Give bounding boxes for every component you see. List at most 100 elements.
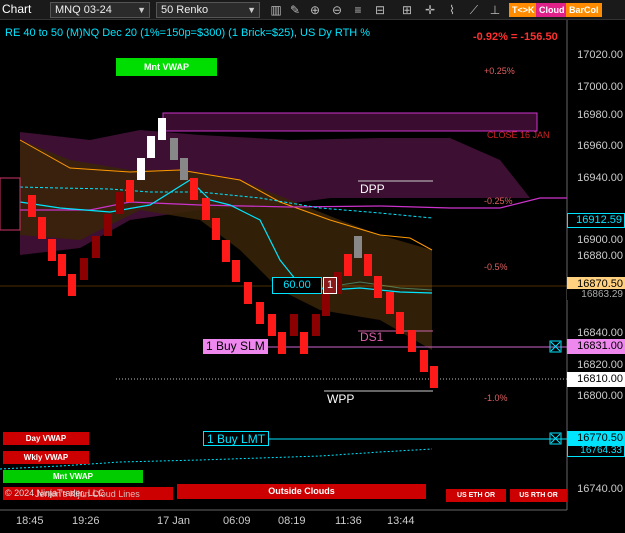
- renko-brick: [190, 178, 198, 200]
- renko-brick: [180, 158, 188, 180]
- pin-icon[interactable]: ⊥: [487, 2, 503, 18]
- renko-brick: [408, 330, 416, 352]
- buy-lmt-order[interactable]: 1 Buy LMT: [203, 431, 270, 446]
- wkly-vwap-button[interactable]: Wkly VWAP: [3, 451, 89, 464]
- bar-type-value: 50 Renko: [161, 4, 209, 16]
- renko-brick: [68, 274, 76, 296]
- renko-brick: [290, 314, 298, 336]
- properties-icon[interactable]: ≡: [350, 2, 366, 18]
- price-flag-wkly: 16764.33: [567, 445, 625, 457]
- bar-type-selector[interactable]: 50 Renko ▼: [156, 2, 260, 18]
- renko-brick: [420, 350, 428, 372]
- chart-toolbar: Chart MNQ 03-24 ▼ 50 Renko ▼ ▥ ✎ ⊕ ⊖ ≡ ⊟…: [0, 0, 625, 20]
- renko-brick: [354, 236, 362, 258]
- price-tick: 16820.00: [577, 359, 623, 371]
- tk-toggle[interactable]: T<>K: [509, 3, 538, 17]
- renko-brick: [126, 180, 134, 202]
- us-rth-or-button[interactable]: US RTH OR: [510, 489, 567, 502]
- price-tick: 16900.00: [577, 234, 623, 246]
- time-tick: 13:44: [387, 515, 415, 527]
- buy-slm-order[interactable]: 1 Buy SLM: [203, 339, 268, 354]
- mnt-vwap-bottom-button[interactable]: Mnt VWAP: [3, 470, 143, 483]
- ds1-label: DS1: [360, 330, 384, 344]
- price-tick: 16980.00: [577, 109, 623, 121]
- time-tick: 18:45: [16, 515, 44, 527]
- price-flag-cloud-top: 16912.59: [567, 213, 625, 228]
- position-qty-box[interactable]: 1: [323, 277, 337, 294]
- renko-brick: [58, 254, 66, 276]
- time-tick: 19:26: [72, 515, 100, 527]
- crosshair-icon[interactable]: ✛: [422, 2, 438, 18]
- close-jan-label: CLOSE 16 JAN: [487, 130, 550, 140]
- renko-brick: [374, 276, 382, 298]
- renko-brick: [104, 214, 112, 236]
- pct-level: -0.5%: [484, 262, 508, 272]
- chevron-down-icon: ▼: [247, 5, 256, 15]
- instrument-value: MNQ 03-24: [55, 4, 112, 16]
- day-vwap-button[interactable]: Day VWAP: [3, 432, 89, 445]
- cloud-toggle[interactable]: Cloud: [536, 3, 568, 17]
- data-box-icon[interactable]: ⊞: [399, 2, 415, 18]
- strategy-icon[interactable]: ⊟: [372, 2, 388, 18]
- renko-brick: [322, 294, 330, 316]
- renko-brick: [48, 239, 56, 261]
- renko-brick: [147, 136, 155, 158]
- pct-level: -0.25%: [484, 196, 513, 206]
- zoom-out-icon[interactable]: ⊖: [329, 2, 345, 18]
- pct-level: -1.0%: [484, 393, 508, 403]
- pencil-icon[interactable]: ✎: [287, 2, 303, 18]
- window-title: Chart: [2, 2, 32, 16]
- renko-brick: [116, 192, 124, 214]
- indicator-caption: RE 40 to 50 (M)NQ Dec 20 (1%=150p=$300) …: [5, 27, 371, 39]
- price-flag-buy-lmt: 16770.50: [567, 431, 625, 446]
- pnl-text: -0.92% = -156.50: [473, 31, 558, 43]
- jenkin-label: Jenkin's Kijun Cloud Lines: [35, 489, 140, 499]
- position-value-box[interactable]: 60.00: [272, 277, 322, 294]
- outside-clouds-button[interactable]: Outside Clouds: [177, 484, 426, 499]
- renko-brick: [244, 282, 252, 304]
- renko-brick: [222, 240, 230, 262]
- renko-brick: [364, 254, 372, 276]
- price-tick: 16960.00: [577, 140, 623, 152]
- renko-brick: [80, 258, 88, 280]
- renko-brick: [278, 332, 286, 354]
- renko-brick: [344, 254, 352, 276]
- renko-brick: [256, 302, 264, 324]
- renko-brick: [300, 332, 308, 354]
- renko-brick: [386, 292, 394, 314]
- price-tick: 16840.00: [577, 327, 623, 339]
- pct-level: +0.25%: [484, 66, 515, 76]
- renko-brick: [396, 312, 404, 334]
- renko-brick: [158, 118, 166, 140]
- price-tick: 17000.00: [577, 81, 623, 93]
- close-jan-zone: [162, 112, 538, 132]
- renko-brick: [170, 138, 178, 160]
- renko-brick: [212, 218, 220, 240]
- time-tick: 06:09: [223, 515, 251, 527]
- price-tick: 17020.00: [577, 49, 623, 61]
- indicators-icon[interactable]: ⌇: [444, 2, 460, 18]
- trend-icon[interactable]: ⟋: [466, 2, 482, 18]
- price-flag-buy-slm: 16831.00: [567, 339, 625, 354]
- mnt-vwap-top-label: Mnt VWAP: [116, 58, 217, 76]
- renko-brick: [137, 158, 145, 180]
- renko-brick: [232, 260, 240, 282]
- renko-brick: [430, 366, 438, 388]
- price-flag-green-gray: 16863.29: [567, 289, 625, 300]
- instrument-selector[interactable]: MNQ 03-24 ▼: [50, 2, 150, 18]
- renko-brick: [312, 314, 320, 336]
- time-tick: 17 Jan: [157, 515, 191, 527]
- renko-brick: [28, 195, 36, 217]
- left-marker-box: [0, 177, 21, 231]
- price-flag-last: 16810.00: [567, 372, 625, 387]
- price-tick: 16740.00: [577, 483, 623, 495]
- bar-icon[interactable]: ▥: [268, 2, 284, 18]
- renko-brick: [92, 236, 100, 258]
- us-eth-or-button[interactable]: US ETH OR: [446, 489, 506, 502]
- barcol-toggle[interactable]: BarCol: [566, 3, 602, 17]
- wpp-label: WPP: [327, 392, 355, 406]
- chevron-down-icon: ▼: [137, 5, 146, 15]
- dpp-label: DPP: [360, 182, 385, 196]
- zoom-in-icon[interactable]: ⊕: [307, 2, 323, 18]
- price-tick: 16880.00: [577, 250, 623, 262]
